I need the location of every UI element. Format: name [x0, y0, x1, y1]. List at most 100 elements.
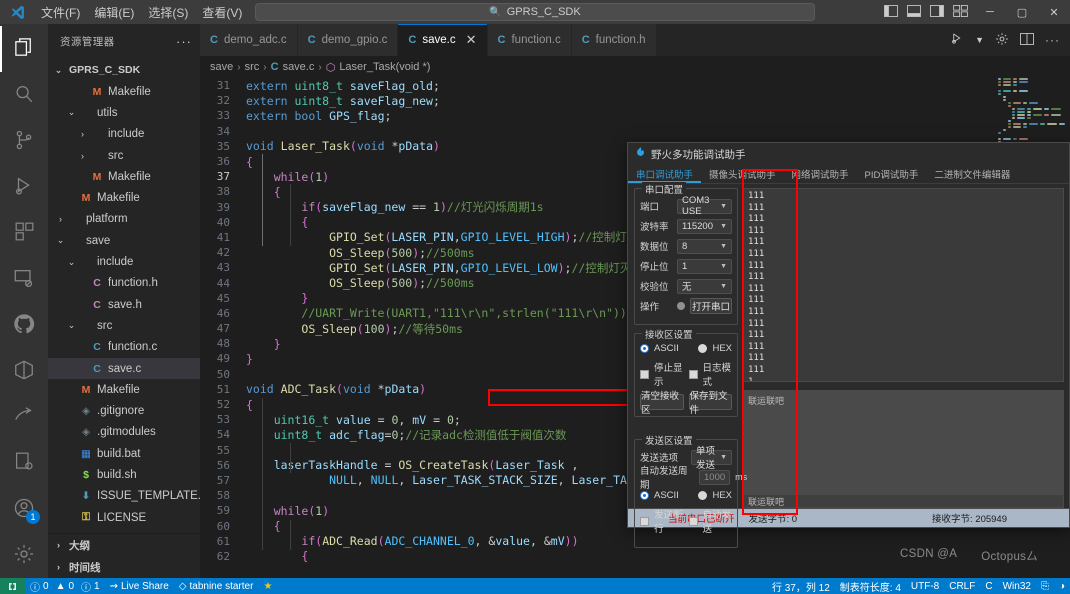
tree-item[interactable]: › platform: [48, 209, 200, 230]
status-star[interactable]: ★: [258, 578, 277, 594]
breadcrumb-src[interactable]: src: [245, 61, 260, 73]
receive-area[interactable]: 111 111 111 111 111 111 111 111 111 111 111 111 111 1…: [743, 188, 1064, 382]
activity-extensions[interactable]: [0, 210, 48, 256]
breadcrumb[interactable]: save › src › C save.c › ⬡ Laser_Task(voi…: [200, 56, 1070, 78]
tree-item[interactable]: $ build.sh: [48, 464, 200, 485]
window-maximize-button[interactable]: ▢: [1006, 0, 1038, 24]
activity-settings-sync[interactable]: [0, 440, 48, 486]
databits-select[interactable]: 8 ▼: [677, 238, 732, 254]
menu-selection[interactable]: 选择(S): [141, 1, 195, 24]
auto-send-checkbox[interactable]: [688, 516, 698, 526]
command-center-search[interactable]: 🔍 GPRS_C_SDK: [255, 3, 815, 21]
port-row[interactable]: 端口 COM3 USE ▼: [640, 195, 732, 217]
baudrate-select[interactable]: 115200 ▼: [677, 218, 732, 234]
tree-item[interactable]: › include: [48, 124, 200, 145]
code-line[interactable]: 32 extern uint8_t saveFlag_new;: [200, 93, 1070, 108]
status-encoding[interactable]: UTF-8: [906, 578, 944, 594]
window-minimize-button[interactable]: ─: [974, 0, 1006, 24]
code-line[interactable]: 33 extern bool GPS_flag;: [200, 108, 1070, 123]
log-mode-checkbox[interactable]: [688, 369, 698, 379]
activity-live-share[interactable]: [0, 394, 48, 440]
status-eol[interactable]: CRLF: [944, 578, 980, 594]
tree-item[interactable]: MMakefile: [48, 528, 200, 534]
serial-tool-tab[interactable]: 摄像头调试助手: [701, 165, 784, 183]
serial-debug-window[interactable]: 野火多功能调试助手 串口调试助手 摄像头调试助手 网络调试助手 PID调试助手 二进制文…: [627, 142, 1070, 548]
auto-send-period-input[interactable]: 1000: [699, 469, 731, 485]
status-layout-icon[interactable]: ⎘: [1036, 578, 1054, 594]
status-platform[interactable]: Win32: [998, 578, 1036, 594]
editor-tabs[interactable]: Cdemo_adc.c Cdemo_gpio.c Csave.c ✕ Cfunction…: [200, 24, 1070, 56]
editor-tab[interactable]: Cdemo_gpio.c: [297, 24, 399, 56]
outline-section[interactable]: › 大纲: [48, 534, 200, 556]
serial-tool-tabs[interactable]: 串口调试助手 摄像头调试助手 网络调试助手 PID调试助手 二进制文件编辑器: [628, 165, 1069, 184]
breadcrumb-save[interactable]: save: [210, 61, 233, 73]
tree-item[interactable]: ◈ .gitmodules: [48, 422, 200, 443]
tree-item[interactable]: Csave.c: [48, 357, 200, 380]
tree-item[interactable]: ⌄ src: [48, 315, 200, 336]
editor-tab[interactable]: Csave.c ✕: [398, 24, 488, 56]
activity-accounts[interactable]: 1: [0, 486, 48, 532]
tree-item[interactable]: Cfunction.h: [48, 273, 200, 294]
tree-item[interactable]: MMakefile: [48, 81, 200, 102]
activity-search[interactable]: [0, 72, 48, 118]
receive-ascii-radio[interactable]: [640, 344, 649, 353]
menu-view[interactable]: 查看(V): [195, 1, 249, 24]
customize-layout-icon[interactable]: [953, 4, 968, 20]
activity-manage[interactable]: [0, 532, 48, 578]
remote-indicator[interactable]: [0, 578, 25, 594]
activity-remote-explorer[interactable]: [0, 256, 48, 302]
activity-github[interactable]: [0, 302, 48, 348]
window-close-button[interactable]: ✕: [1038, 0, 1070, 24]
status-indentation[interactable]: 制表符长度: 4: [835, 578, 906, 594]
activity-source-control[interactable]: [0, 118, 48, 164]
gear-icon[interactable]: [995, 32, 1009, 49]
toggle-secondary-sidebar-icon[interactable]: [930, 4, 944, 20]
tree-item[interactable]: Csave.h: [48, 294, 200, 315]
open-port-button[interactable]: 打开串口: [690, 298, 732, 314]
run-icon[interactable]: [950, 32, 964, 48]
serial-tool-tab[interactable]: 串口调试助手: [628, 165, 701, 183]
status-tabnine[interactable]: ◇ tabnine starter: [174, 578, 259, 594]
editor-tab[interactable]: Cfunction.c: [487, 24, 572, 56]
tree-item[interactable]: ⬇ ISSUE_TEMPLATE.md: [48, 486, 200, 507]
tree-item[interactable]: ▦ build.bat: [48, 443, 200, 464]
breadcrumb-symbol[interactable]: Laser_Task(void *): [339, 61, 430, 73]
port-select[interactable]: COM3 USE ▼: [677, 195, 732, 217]
parity-select[interactable]: 无 ▼: [677, 278, 732, 294]
status-live-share[interactable]: ⇝ Live Share: [105, 578, 174, 594]
stopbits-select[interactable]: 1 ▼: [677, 258, 732, 274]
file-tree[interactable]: M Makefile ⌄ utils › include › src M Makefile M Mak…: [48, 81, 200, 533]
code-line[interactable]: 31 extern uint8_t saveFlag_old;: [200, 78, 1070, 93]
close-icon[interactable]: ✕: [466, 32, 477, 48]
baudrate-row[interactable]: 波特率 115200 ▼: [640, 218, 732, 234]
more-actions-icon[interactable]: ···: [1045, 33, 1060, 47]
send-ascii-radio[interactable]: [640, 491, 649, 500]
status-bell-icon[interactable]: ◑: [1054, 578, 1070, 594]
stopbits-row[interactable]: 停止位 1 ▼: [640, 258, 732, 274]
receive-hex-radio[interactable]: [698, 344, 708, 353]
chevron-down-icon[interactable]: ▼: [975, 35, 984, 45]
status-language-mode[interactable]: C: [980, 578, 997, 594]
status-problems[interactable]: ⓘ 0 ▲ 0 ⓘ 1: [25, 578, 105, 594]
split-editor-icon[interactable]: [1020, 32, 1034, 48]
explorer-root-section[interactable]: ⌄ GPRS_C_SDK: [48, 59, 200, 81]
send-area[interactable]: 联运联吧: [743, 390, 1064, 495]
tree-item[interactable]: ⌄ include: [48, 251, 200, 272]
serial-tool-tab[interactable]: 二进制文件编辑器: [926, 165, 1018, 183]
code-line[interactable]: 34: [200, 124, 1070, 139]
menu-edit[interactable]: 编辑(E): [87, 1, 141, 24]
tree-item[interactable]: ⌄ save: [48, 230, 200, 251]
tree-item[interactable]: Cfunction.c: [48, 337, 200, 358]
save-to-file-button[interactable]: 保存到文件: [688, 391, 732, 416]
tree-item[interactable]: ⚿ LICENSE: [48, 507, 200, 528]
tree-item[interactable]: › src: [48, 145, 200, 166]
parity-row[interactable]: 校验位 无 ▼: [640, 278, 732, 294]
editor-tab[interactable]: Cfunction.h: [571, 24, 657, 56]
serial-tool-tab[interactable]: PID调试助手: [857, 165, 927, 183]
tree-item[interactable]: MMakefile: [48, 166, 200, 187]
activity-run-debug[interactable]: [0, 164, 48, 210]
tree-item[interactable]: MMakefile: [48, 187, 200, 208]
send-newline-checkbox[interactable]: [640, 516, 649, 526]
stop-display-checkbox[interactable]: [640, 369, 649, 379]
clear-receive-button[interactable]: 清空接收区: [640, 391, 684, 416]
